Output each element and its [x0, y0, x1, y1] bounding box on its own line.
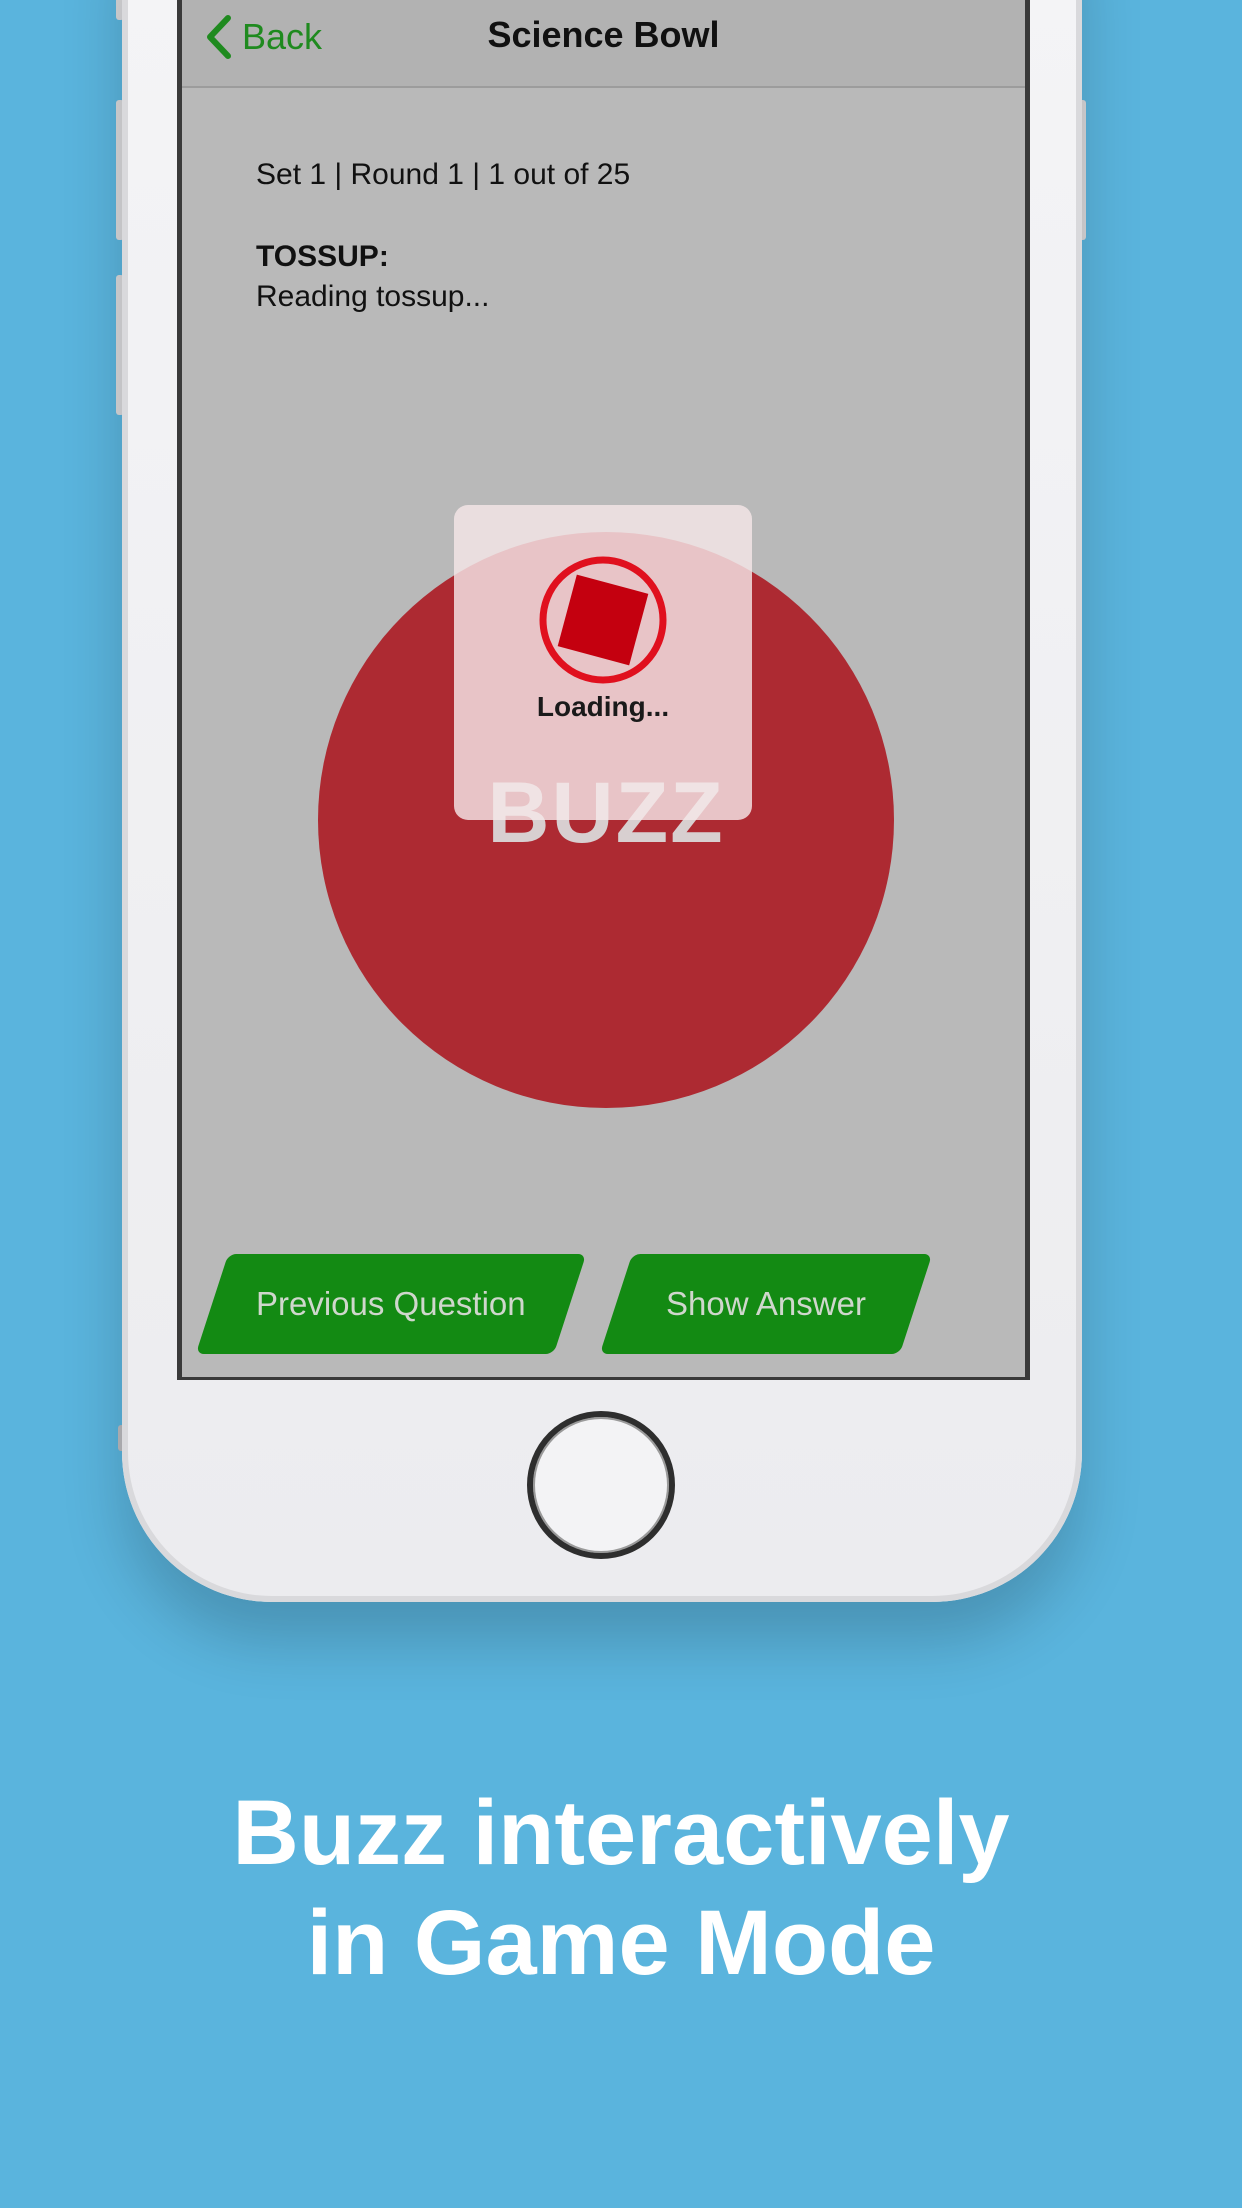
promo-caption: Buzz interactively in Game Mode	[0, 1778, 1242, 1998]
previous-question-label: Previous Question	[256, 1285, 526, 1322]
caption-line-2: in Game Mode	[306, 1892, 936, 1994]
navigation-bar: Back Science Bowl	[182, 0, 1025, 88]
loading-overlay: Loading...	[454, 505, 752, 820]
page-title: Science Bowl	[487, 14, 720, 55]
loading-text: Loading...	[536, 691, 670, 722]
show-answer-label: Show Answer	[666, 1285, 866, 1322]
caption-line-1: Buzz interactively	[232, 1782, 1010, 1884]
question-type-label: TOSSUP:	[256, 240, 389, 273]
loading-spinner-icon	[539, 556, 667, 684]
question-progress: Set 1 | Round 1 | 1 out of 25	[256, 158, 631, 191]
home-button[interactable]	[527, 1411, 675, 1559]
question-text: Reading tossup...	[256, 280, 490, 313]
show-answer-button[interactable]: Show Answer	[599, 1254, 933, 1354]
app-screen: Back Science Bowl Set 1 | Round 1 | 1 ou…	[177, 0, 1030, 1380]
previous-question-button[interactable]: Previous Question	[195, 1254, 587, 1354]
